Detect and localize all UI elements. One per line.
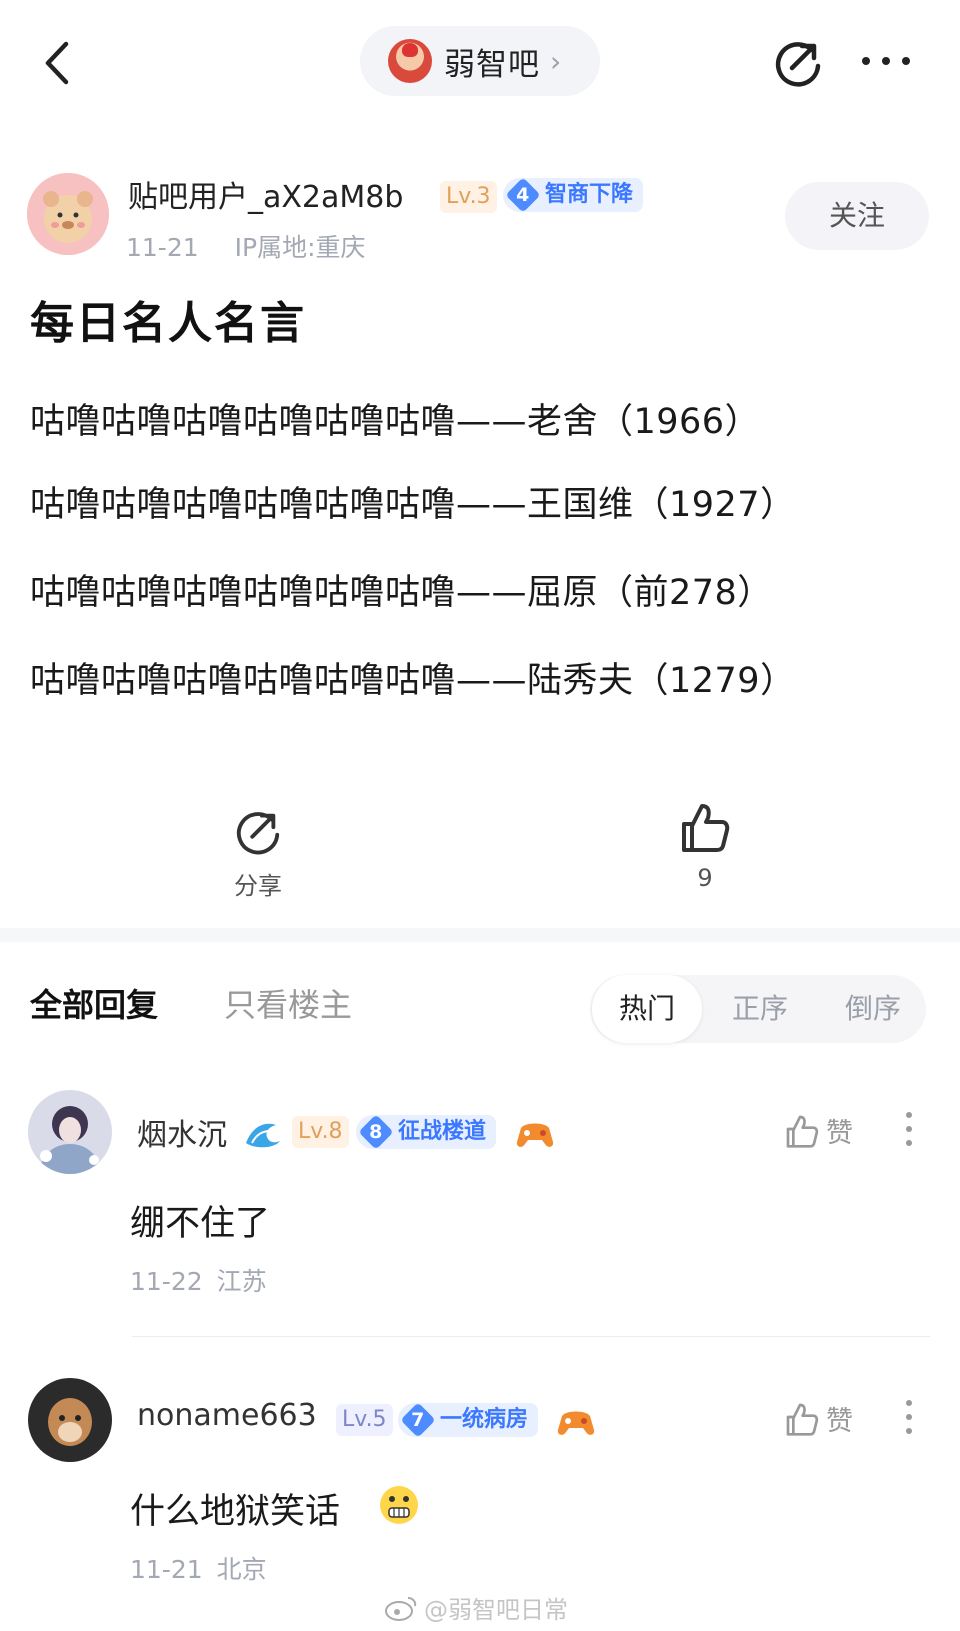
post-line: 咕噜咕噜咕噜咕噜咕噜咕噜——王国维（1927） [30,485,796,525]
comment-title-text: 一统病房 [440,1407,529,1432]
wave-icon [246,1123,280,1148]
comment-text: 什么地狱笑话 [130,1492,341,1532]
comment-divider [132,1336,930,1337]
title-rank-icon: 8 [358,1114,394,1150]
follow-button[interactable]: 关注 [785,182,929,250]
comment-meta: 11-21 北京 [130,1550,267,1586]
comment-title-badge: 7 一统病房 [398,1402,539,1438]
forum-entry-button[interactable]: 弱智吧 › [360,26,600,96]
watermark-text: @弱智吧日常 [424,1596,568,1624]
thumbs-up-icon [682,804,730,852]
watermark: @弱智吧日常 [384,1590,568,1625]
author-level-badge: Lv.3 [440,181,497,213]
like-label: 赞 [826,1118,853,1149]
comment-more-icon[interactable] [904,1399,914,1435]
comment-meta: 11-22 江苏 [130,1262,267,1298]
share-action[interactable]: 分享 [208,806,308,901]
author-name[interactable]: 贴吧用户_aX2aM8b [128,172,403,216]
grimace-emoji-icon [380,1486,418,1524]
comment-level-badge: Lv.8 [292,1116,349,1148]
share-icon[interactable] [772,36,824,88]
share-label: 分享 [234,872,282,900]
post-line: 咕噜咕噜咕噜咕噜咕噜咕噜——老舍（1966） [30,402,761,442]
tab-op-only[interactable]: 只看楼主 [224,980,352,1026]
comment-title-badge: 8 征战楼道 [356,1114,497,1150]
post-ip: IP属地:重庆 [234,233,366,262]
sort-descending[interactable]: 倒序 [818,975,928,1043]
post-meta: 11-21 IP属地:重庆 [126,228,366,264]
title-rank-icon: 7 [400,1402,436,1438]
like-action[interactable]: 9 [655,800,755,892]
sort-hot[interactable]: 热门 [592,975,702,1043]
back-icon[interactable] [38,38,78,88]
tab-all-replies[interactable]: 全部回复 [30,980,158,1026]
comment-avatar[interactable] [28,1378,112,1462]
comment-location: 北京 [216,1555,267,1584]
title-rank-icon: 4 [505,177,541,213]
comment-like-button[interactable]: 赞 [784,1399,853,1438]
sort-ascending[interactable]: 正序 [705,975,815,1043]
thumbs-up-icon [786,1403,819,1436]
sort-toggle: 热门 正序 倒序 [590,975,926,1043]
author-title-text: 智商下降 [545,182,634,207]
gamepad-icon [516,1123,554,1147]
thumbs-up-icon [786,1115,819,1148]
forum-name: 弱智吧 [444,46,540,83]
gamepad-icon [557,1411,595,1435]
comment-author-name[interactable]: noname663 [137,1398,317,1433]
post-line: 咕噜咕噜咕噜咕噜咕噜咕噜——陆秀夫（1279） [30,661,796,701]
comment-author-name[interactable]: 烟水沉 [137,1110,227,1154]
post-date: 11-21 [126,233,199,262]
like-label: 赞 [826,1406,853,1437]
comment-date: 11-21 [130,1555,203,1584]
comment-avatar[interactable] [28,1090,112,1174]
comment-more-icon[interactable] [904,1111,914,1147]
comment-title-text: 征战楼道 [398,1119,487,1144]
comment-date: 11-22 [130,1267,203,1296]
author-title-badge: 4 智商下降 [503,177,644,213]
like-count: 9 [697,864,713,892]
top-bar: 弱智吧 › [0,0,960,120]
forum-avatar [388,39,432,83]
comment-text: 绷不住了 [130,1204,271,1244]
chevron-right-icon: › [550,44,562,78]
more-icon[interactable] [858,46,914,76]
share-icon [236,812,280,855]
post-line: 咕噜咕噜咕噜咕噜咕噜咕噜——屈原（前278） [30,573,773,613]
comment-level-badge: Lv.5 [336,1404,393,1436]
author-avatar[interactable] [27,173,109,255]
post-title: 每日名人名言 [30,298,306,349]
comment-location: 江苏 [216,1267,267,1296]
section-divider [0,928,960,942]
comment-like-button[interactable]: 赞 [784,1111,853,1150]
weibo-icon [385,1596,417,1621]
